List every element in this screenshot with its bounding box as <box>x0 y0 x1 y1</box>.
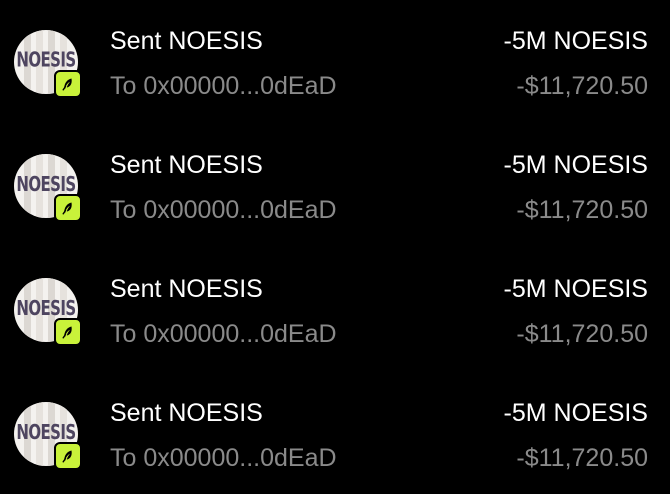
transaction-recipient: To 0x00000...0dEaD <box>110 320 337 348</box>
transaction-fiat-value: -$11,720.50 <box>516 444 648 472</box>
transaction-recipient: To 0x00000...0dEaD <box>110 72 337 100</box>
transaction-row[interactable]: NOESIS Sent NOESIS To 0x00000...0dEaD -5… <box>0 132 670 242</box>
token-logo-text: NOESIS <box>16 419 76 445</box>
transaction-row[interactable]: NOESIS Sent NOESIS To 0x00000...0dEaD -5… <box>0 256 670 366</box>
lime-chain-icon <box>54 194 82 222</box>
lime-chain-icon <box>54 318 82 346</box>
transaction-title: Sent NOESIS <box>110 27 263 55</box>
transaction-title: Sent NOESIS <box>110 399 263 427</box>
token-avatar-group: NOESIS <box>14 154 82 222</box>
transaction-amount: -5M NOESIS <box>503 27 648 55</box>
transaction-fiat-value: -$11,720.50 <box>516 196 648 224</box>
lime-chain-icon <box>54 70 82 98</box>
transaction-title: Sent NOESIS <box>110 275 263 303</box>
transaction-amount: -5M NOESIS <box>503 399 648 427</box>
token-logo-text: NOESIS <box>16 295 76 321</box>
token-avatar-group: NOESIS <box>14 278 82 346</box>
transaction-fiat-value: -$11,720.50 <box>516 320 648 348</box>
transaction-list: NOESIS Sent NOESIS To 0x00000...0dEaD -5… <box>0 0 670 494</box>
transaction-amount: -5M NOESIS <box>503 151 648 179</box>
lime-chain-icon <box>54 442 82 470</box>
transaction-amount: -5M NOESIS <box>503 275 648 303</box>
token-logo-text: NOESIS <box>16 47 76 73</box>
token-avatar-group: NOESIS <box>14 30 82 98</box>
token-avatar-group: NOESIS <box>14 402 82 470</box>
transaction-recipient: To 0x00000...0dEaD <box>110 444 337 472</box>
transaction-fiat-value: -$11,720.50 <box>516 72 648 100</box>
transaction-title: Sent NOESIS <box>110 151 263 179</box>
transaction-row[interactable]: NOESIS Sent NOESIS To 0x00000...0dEaD -5… <box>0 8 670 118</box>
transaction-row[interactable]: NOESIS Sent NOESIS To 0x00000...0dEaD -5… <box>0 380 670 490</box>
token-logo-text: NOESIS <box>16 171 76 197</box>
transaction-recipient: To 0x00000...0dEaD <box>110 196 337 224</box>
